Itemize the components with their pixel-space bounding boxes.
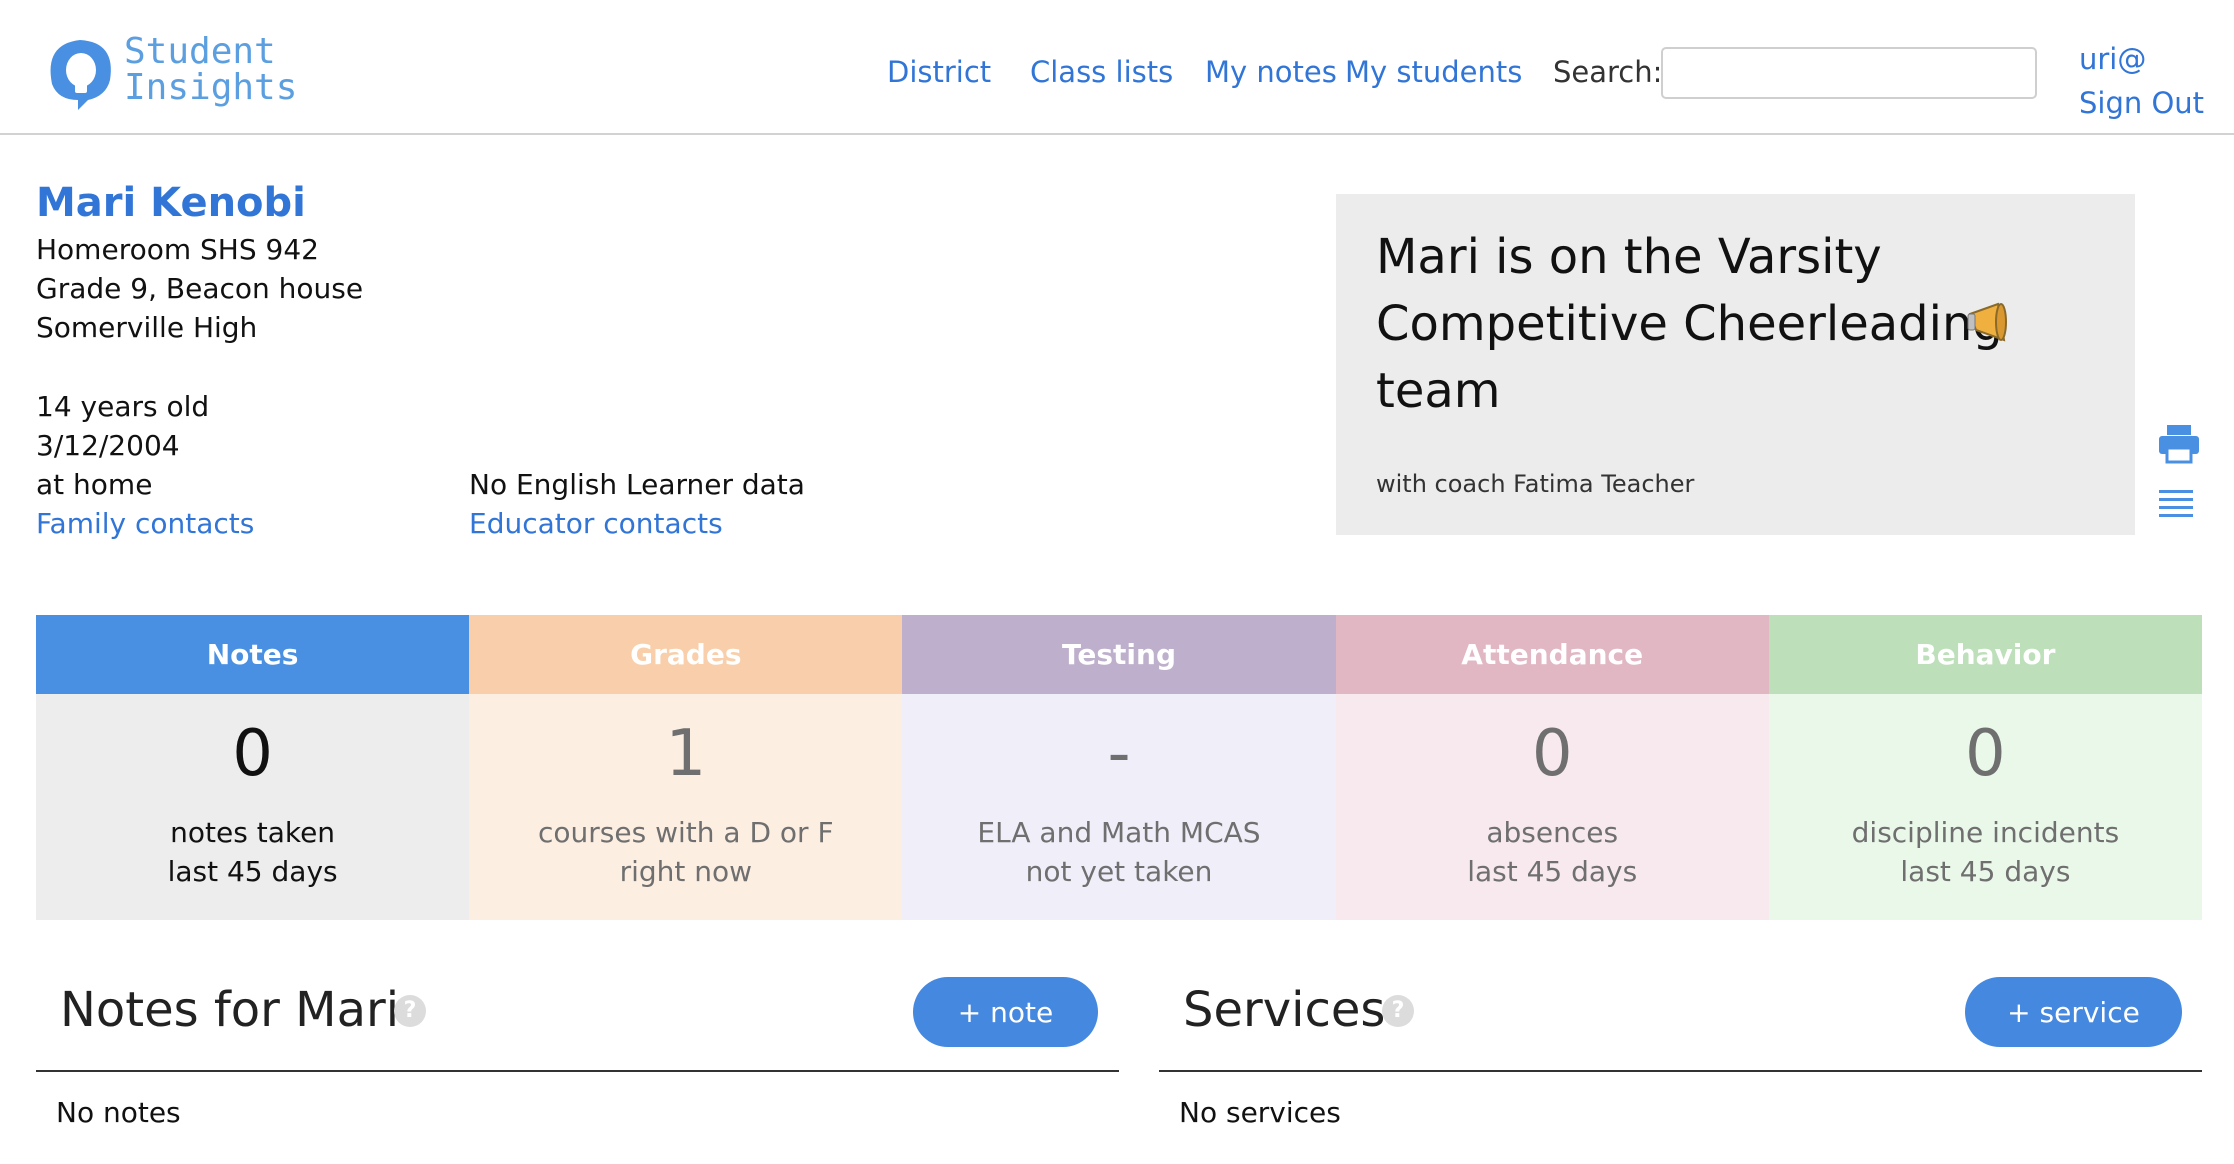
tile-attendance-caption-2: last 45 days (1467, 855, 1638, 888)
educator-contacts-link[interactable]: Educator contacts (469, 507, 723, 540)
student-insights-logo[interactable]: Student Insights (42, 30, 322, 120)
living-situation: at home (36, 468, 153, 501)
list-icon[interactable] (2157, 488, 2195, 518)
student-name: Mari Kenobi (36, 180, 306, 226)
tile-behavior-caption-2: last 45 days (1900, 855, 2071, 888)
tile-grades[interactable]: Grades 1 courses with a D or F right now (469, 615, 903, 920)
tile-notes-value: 0 (232, 717, 273, 791)
tile-behavior-caption-1: discipline incidents (1851, 816, 2120, 849)
tile-grades-value: 1 (665, 717, 707, 791)
summary-tiles: Notes 0 notes taken last 45 days Grades … (36, 615, 2203, 920)
tile-behavior-header: Behavior (1768, 615, 2203, 694)
highlight-text: Mari is on the Varsity Competitive Cheer… (1376, 229, 2003, 419)
logo-line-1: Student (124, 31, 276, 72)
help-icon[interactable]: ? (394, 995, 426, 1027)
logo-line-2: Insights (124, 67, 298, 108)
top-navbar: Student Insights District Class lists My… (0, 0, 2234, 135)
services-empty-message: No services (1179, 1096, 1341, 1129)
services-section-title: Services (1183, 982, 1386, 1038)
nav-my-students[interactable]: My students (1345, 55, 1522, 89)
notes-empty-message: No notes (56, 1096, 181, 1129)
coach-note: with coach Fatima Teacher (1376, 470, 1695, 498)
english-learner-status: No English Learner data (469, 468, 805, 501)
nav-class-lists[interactable]: Class lists (1030, 55, 1173, 89)
tile-notes-header: Notes (36, 615, 470, 694)
help-icon[interactable]: ? (1382, 995, 1414, 1027)
school: Somerville High (36, 311, 258, 344)
tile-behavior-value: 0 (1965, 717, 2006, 791)
birthdate: 3/12/2004 (36, 429, 180, 462)
sign-out-link[interactable]: Sign Out (2079, 86, 2204, 120)
tile-attendance[interactable]: Attendance 0 absences last 45 days (1335, 615, 1769, 920)
tile-notes-caption-2: last 45 days (167, 855, 338, 888)
megaphone-icon (1967, 302, 2007, 342)
tile-notes[interactable]: Notes 0 notes taken last 45 days (36, 615, 470, 920)
tile-grades-caption-1: courses with a D or F (538, 816, 834, 849)
nav-district[interactable]: District (887, 55, 991, 89)
tile-testing[interactable]: Testing - ELA and Math MCAS not yet take… (902, 615, 1336, 920)
homeroom: Homeroom SHS 942 (36, 233, 319, 266)
user-email-link[interactable]: uri@ (2079, 42, 2146, 76)
grade-house: Grade 9, Beacon house (36, 272, 364, 305)
notes-section-title: Notes for Mari (60, 982, 400, 1038)
tile-grades-header: Grades (469, 615, 903, 694)
tile-grades-caption-2: right now (619, 855, 753, 888)
tile-testing-caption-1: ELA and Math MCAS (977, 816, 1261, 849)
lightbulb-icon (50, 40, 111, 110)
tile-attendance-header: Attendance (1335, 615, 1769, 694)
tile-notes-caption-1: notes taken (170, 816, 336, 849)
family-contacts-link[interactable]: Family contacts (36, 507, 254, 540)
services-divider (1159, 1070, 2202, 1072)
tile-testing-caption-2: not yet taken (1025, 855, 1213, 888)
tile-testing-value: - (1107, 717, 1131, 791)
notes-divider (36, 1070, 1119, 1072)
search-input[interactable] (1661, 47, 2037, 99)
add-service-button[interactable]: + service (1965, 977, 2182, 1047)
tile-behavior[interactable]: Behavior 0 discipline incidents last 45 … (1768, 615, 2203, 920)
tile-attendance-caption-1: absences (1486, 816, 1619, 849)
highlight-card: Mari is on the Varsity Competitive Cheer… (1336, 194, 2135, 535)
student-age: 14 years old (36, 390, 210, 423)
tile-testing-header: Testing (902, 615, 1336, 694)
search-label: Search: (1553, 55, 1663, 89)
print-icon[interactable] (2157, 424, 2201, 464)
add-note-button[interactable]: + note (913, 977, 1098, 1047)
tile-attendance-value: 0 (1531, 717, 1573, 791)
nav-my-notes[interactable]: My notes (1205, 55, 1337, 89)
